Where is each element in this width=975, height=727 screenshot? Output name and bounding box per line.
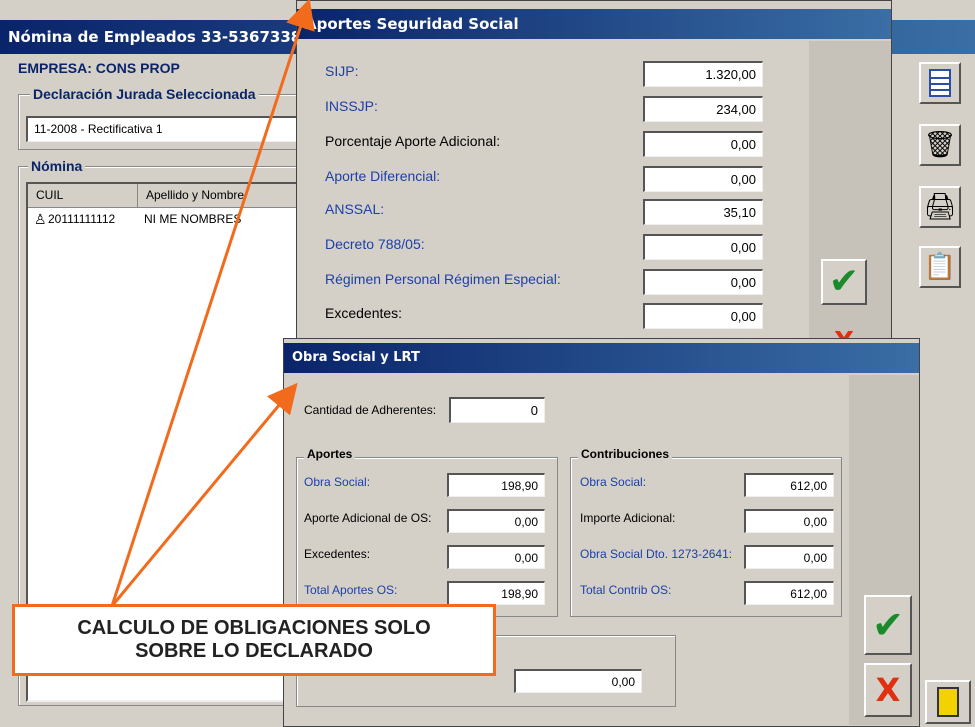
delete-button[interactable]: 🗑 xyxy=(919,124,961,166)
column-header-nombre[interactable]: Apellido y Nombre xyxy=(138,184,314,207)
aportes-field-7[interactable]: 0,00 xyxy=(643,303,763,329)
aportes-label-1: INSSJP: xyxy=(325,98,378,114)
lrt-field[interactable]: 0,00 xyxy=(514,669,642,693)
checkmark-icon: ✔ xyxy=(828,261,860,302)
copy-button[interactable]: 📋 xyxy=(919,246,961,288)
obra-aportes-field-0[interactable]: 198,90 xyxy=(447,473,545,497)
callout-line-2: SOBRE LO DECLARADO xyxy=(135,640,373,662)
contribuciones-group-title: Contribuciones xyxy=(578,447,673,461)
aportes-field-3[interactable]: 0,00 xyxy=(643,166,763,192)
aportes-field-0[interactable]: 1.320,00 xyxy=(643,61,763,87)
aportes-field-6[interactable]: 0,00 xyxy=(643,269,763,295)
contrib-field-1[interactable]: 0,00 xyxy=(744,509,834,533)
nomina-group-title: Nómina xyxy=(28,158,86,174)
column-header-cuil[interactable]: CUIL xyxy=(28,184,138,207)
row-nombre: NI ME NOMBRES xyxy=(144,212,242,226)
obra-aportes-label-1: Aporte Adicional de OS: xyxy=(304,511,432,525)
aportes-group-title: Aportes xyxy=(304,447,356,461)
list-header: CUIL Apellido y Nombre xyxy=(28,184,314,208)
aportes-field-4[interactable]: 35,10 xyxy=(643,199,763,225)
aportes-dialog-title: Aportes Seguridad Social xyxy=(297,9,891,39)
obra-aportes-label-3: Total Aportes OS: xyxy=(304,583,398,597)
document-icon xyxy=(929,69,951,97)
contrib-field-2[interactable]: 0,00 xyxy=(744,545,834,569)
contrib-label-1: Importe Adicional: xyxy=(580,511,676,525)
obra-cancel-button[interactable]: X xyxy=(864,663,912,717)
declaracion-select[interactable]: 11-2008 - Rectificativa 1 xyxy=(26,116,306,142)
aportes-watermark-panel xyxy=(809,41,891,359)
obra-ok-button[interactable]: ✔ xyxy=(864,595,912,655)
aportes-field-5[interactable]: 0,00 xyxy=(643,234,763,260)
contrib-label-3: Total Contrib OS: xyxy=(580,583,672,597)
obra-aportes-label-2: Excedentes: xyxy=(304,547,371,561)
print-button[interactable]: 🖨 xyxy=(919,186,961,228)
aportes-label-6: Régimen Personal Régimen Especial: xyxy=(325,271,561,287)
aportes-label-2: Porcentaje Aporte Adicional: xyxy=(325,133,501,149)
cancel-x-icon: X xyxy=(875,671,901,709)
aportes-ok-button[interactable]: ✔ xyxy=(821,259,867,305)
adherentes-field[interactable]: 0 xyxy=(449,397,545,423)
trash-icon: 🗑 xyxy=(923,130,957,160)
aportes-label-7: Excedentes: xyxy=(325,305,403,321)
aportes-label-4: ANSSAL: xyxy=(325,201,385,217)
row-cuil: 20111111112 xyxy=(48,212,116,226)
table-row[interactable]: ♙ 20111111112 NI ME NOMBRES xyxy=(28,208,314,230)
aportes-field-1[interactable]: 234,00 xyxy=(643,96,763,122)
aportes-label-5: Decreto 788/05: xyxy=(325,236,425,252)
empresa-label: EMPRESA: CONS PROP xyxy=(18,60,180,76)
contrib-field-3[interactable]: 612,00 xyxy=(744,581,834,605)
callout-box: CALCULO DE OBLIGACIONES SOLO SOBRE LO DE… xyxy=(12,604,496,676)
obra-aportes-field-3[interactable]: 198,90 xyxy=(447,581,545,605)
aportes-label-0: SIJP: xyxy=(325,63,359,79)
obra-aportes-field-2[interactable]: 0,00 xyxy=(447,545,545,569)
checkmark-icon: ✔ xyxy=(872,603,904,647)
callout-line-1: CALCULO DE OBLIGACIONES SOLO xyxy=(77,617,431,639)
obra-aportes-field-1[interactable]: 0,00 xyxy=(447,509,545,533)
adherentes-label: Cantidad de Adherentes: xyxy=(304,403,437,417)
copy-docs-icon: 📋 xyxy=(923,252,957,282)
declaracion-group-title: Declaración Jurada Seleccionada xyxy=(30,86,259,102)
contrib-label-2: Obra Social Dto. 1273-2641: xyxy=(580,547,733,561)
person-icon: ♙ xyxy=(34,210,47,227)
obra-aportes-label-0: Obra Social: xyxy=(304,475,371,489)
contrib-label-0: Obra Social: xyxy=(580,475,647,489)
aportes-dialog: Aportes Seguridad Social SIJP: 1.320,00 … xyxy=(296,0,892,360)
aportes-field-2[interactable]: 0,00 xyxy=(643,131,763,157)
aportes-label-3: Aporte Diferencial: xyxy=(325,168,441,184)
report-button[interactable] xyxy=(919,62,961,104)
printer-icon: 🖨 xyxy=(923,192,957,222)
obra-dialog-title: Obra Social y LRT xyxy=(284,343,919,373)
exit-door-icon xyxy=(937,687,959,717)
exit-button[interactable] xyxy=(925,680,971,724)
contrib-field-0[interactable]: 612,00 xyxy=(744,473,834,497)
